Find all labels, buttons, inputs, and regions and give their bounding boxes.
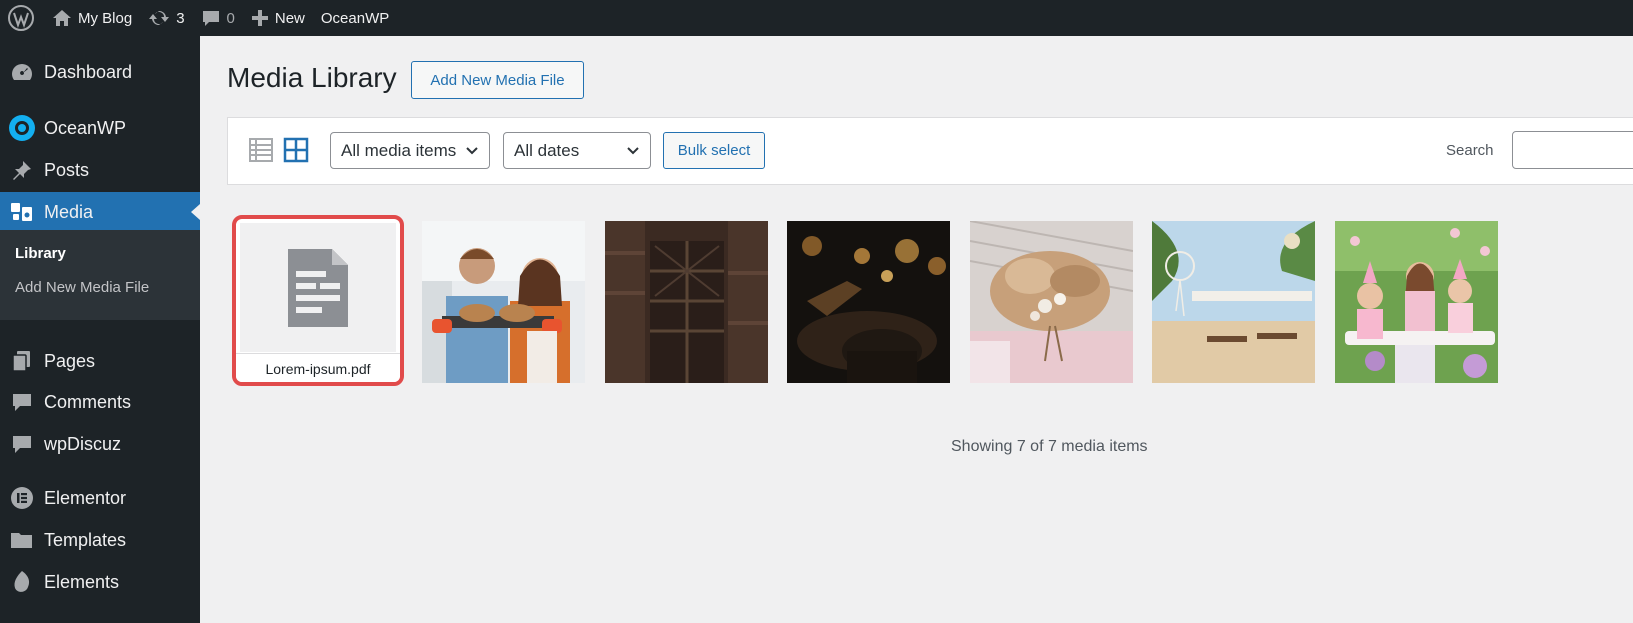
home-icon bbox=[53, 10, 71, 26]
admin-sidebar: Dashboard OceanWP Posts Media Library Ad… bbox=[0, 36, 200, 623]
sidebar-item-elementor[interactable]: Elementor bbox=[0, 478, 200, 518]
sidebar-item-comments[interactable]: Comments bbox=[0, 382, 200, 422]
media-item-image[interactable] bbox=[970, 221, 1133, 383]
plus-icon bbox=[251, 10, 268, 26]
sidebar-item-label: Media bbox=[44, 201, 94, 222]
sidebar-item-wpdiscuz[interactable]: wpDiscuz bbox=[0, 424, 200, 464]
chevron-down-icon bbox=[627, 147, 639, 155]
comment-icon bbox=[13, 394, 31, 411]
date-filter[interactable]: All dates bbox=[503, 132, 651, 169]
comment-icon bbox=[13, 436, 31, 453]
media-submenu: Library Add New Media File bbox=[0, 230, 200, 320]
new-content-link[interactable]: New bbox=[243, 0, 313, 36]
pdf-filename: Lorem-ipsum.pdf bbox=[236, 353, 400, 382]
sidebar-item-label: OceanWP bbox=[44, 117, 127, 138]
kids-party-thumbnail bbox=[1335, 221, 1498, 383]
bulk-select-button[interactable]: Bulk select bbox=[663, 132, 765, 169]
sidebar-item-label: Elementor bbox=[44, 487, 127, 508]
media-count-status: Showing 7 of 7 media items bbox=[951, 438, 1148, 455]
document-icon bbox=[288, 248, 348, 327]
media-type-value: All media items bbox=[341, 140, 457, 160]
sidebar-item-elements[interactable]: Elements bbox=[0, 562, 200, 602]
night-lamp-thumbnail bbox=[787, 221, 950, 383]
submenu-item-library[interactable]: Library bbox=[15, 245, 66, 262]
sidebar-item-media[interactable]: Media bbox=[0, 192, 200, 232]
pin-icon bbox=[13, 161, 31, 180]
oceanwp-icon bbox=[9, 115, 35, 141]
beach-setup-thumbnail bbox=[1152, 221, 1315, 383]
sidebar-item-pages[interactable]: Pages bbox=[0, 341, 200, 381]
grid-view-icon[interactable] bbox=[283, 137, 309, 168]
site-name: My Blog bbox=[78, 9, 133, 27]
site-name-link[interactable]: My Blog bbox=[44, 0, 140, 36]
media-item-image[interactable] bbox=[422, 221, 585, 383]
media-item-image[interactable] bbox=[605, 221, 768, 383]
bakers-thumbnail bbox=[422, 221, 585, 383]
wordpress-logo[interactable] bbox=[0, 0, 44, 36]
theme-label: OceanWP bbox=[320, 9, 390, 27]
updates-icon bbox=[149, 10, 170, 26]
elements-icon bbox=[14, 571, 30, 592]
folder-icon bbox=[11, 533, 32, 548]
media-toolbar: All media items All dates Bulk select Se… bbox=[227, 117, 1633, 185]
updates-link[interactable]: 3 bbox=[140, 0, 192, 36]
updates-count: 3 bbox=[176, 9, 185, 27]
comment-icon bbox=[202, 11, 219, 26]
sidebar-item-label: Dashboard bbox=[44, 61, 133, 82]
sidebar-item-label: Elements bbox=[44, 571, 120, 592]
pages-icon bbox=[12, 351, 30, 372]
media-icon bbox=[11, 203, 32, 221]
submenu-item-add-new[interactable]: Add New Media File bbox=[15, 279, 149, 296]
sidebar-item-posts[interactable]: Posts bbox=[0, 150, 200, 190]
comments-count: 0 bbox=[226, 9, 235, 27]
media-item-pdf[interactable]: Lorem-ipsum.pdf bbox=[232, 215, 404, 386]
comments-link[interactable]: 0 bbox=[193, 0, 243, 36]
pdf-thumbnail bbox=[240, 223, 396, 352]
dashboard-icon bbox=[12, 64, 32, 80]
search-label: Search bbox=[1446, 142, 1494, 159]
elementor-icon bbox=[11, 487, 33, 509]
page-title: Media Library bbox=[227, 62, 397, 93]
oceanwp-link[interactable]: OceanWP bbox=[313, 0, 397, 36]
media-item-image[interactable] bbox=[1152, 221, 1315, 383]
sidebar-item-label: Templates bbox=[44, 529, 127, 550]
sidebar-item-label: Pages bbox=[44, 350, 96, 371]
sidebar-item-label: wpDiscuz bbox=[44, 433, 122, 454]
sidebar-item-label: Posts bbox=[44, 159, 90, 180]
sidebar-item-templates[interactable]: Templates bbox=[0, 520, 200, 560]
media-item-image[interactable] bbox=[1335, 221, 1498, 383]
search-input[interactable] bbox=[1512, 131, 1633, 169]
sidebar-item-dashboard[interactable]: Dashboard bbox=[0, 52, 200, 92]
sidebar-item-label: Comments bbox=[44, 391, 132, 412]
add-new-media-button[interactable]: Add New Media File bbox=[411, 61, 584, 99]
doorway-thumbnail bbox=[605, 221, 768, 383]
chevron-down-icon bbox=[466, 147, 478, 155]
pampas-decor-thumbnail bbox=[970, 221, 1133, 383]
new-label: New bbox=[274, 9, 305, 27]
list-view-icon[interactable] bbox=[249, 138, 273, 167]
sidebar-item-oceanwp[interactable]: OceanWP bbox=[0, 108, 200, 148]
media-item-image[interactable] bbox=[787, 221, 950, 383]
media-type-filter[interactable]: All media items bbox=[330, 132, 490, 169]
date-filter-value: All dates bbox=[514, 140, 580, 160]
admin-bar: My Blog 3 0 New OceanWP bbox=[0, 0, 1633, 36]
wordpress-icon bbox=[8, 5, 34, 31]
